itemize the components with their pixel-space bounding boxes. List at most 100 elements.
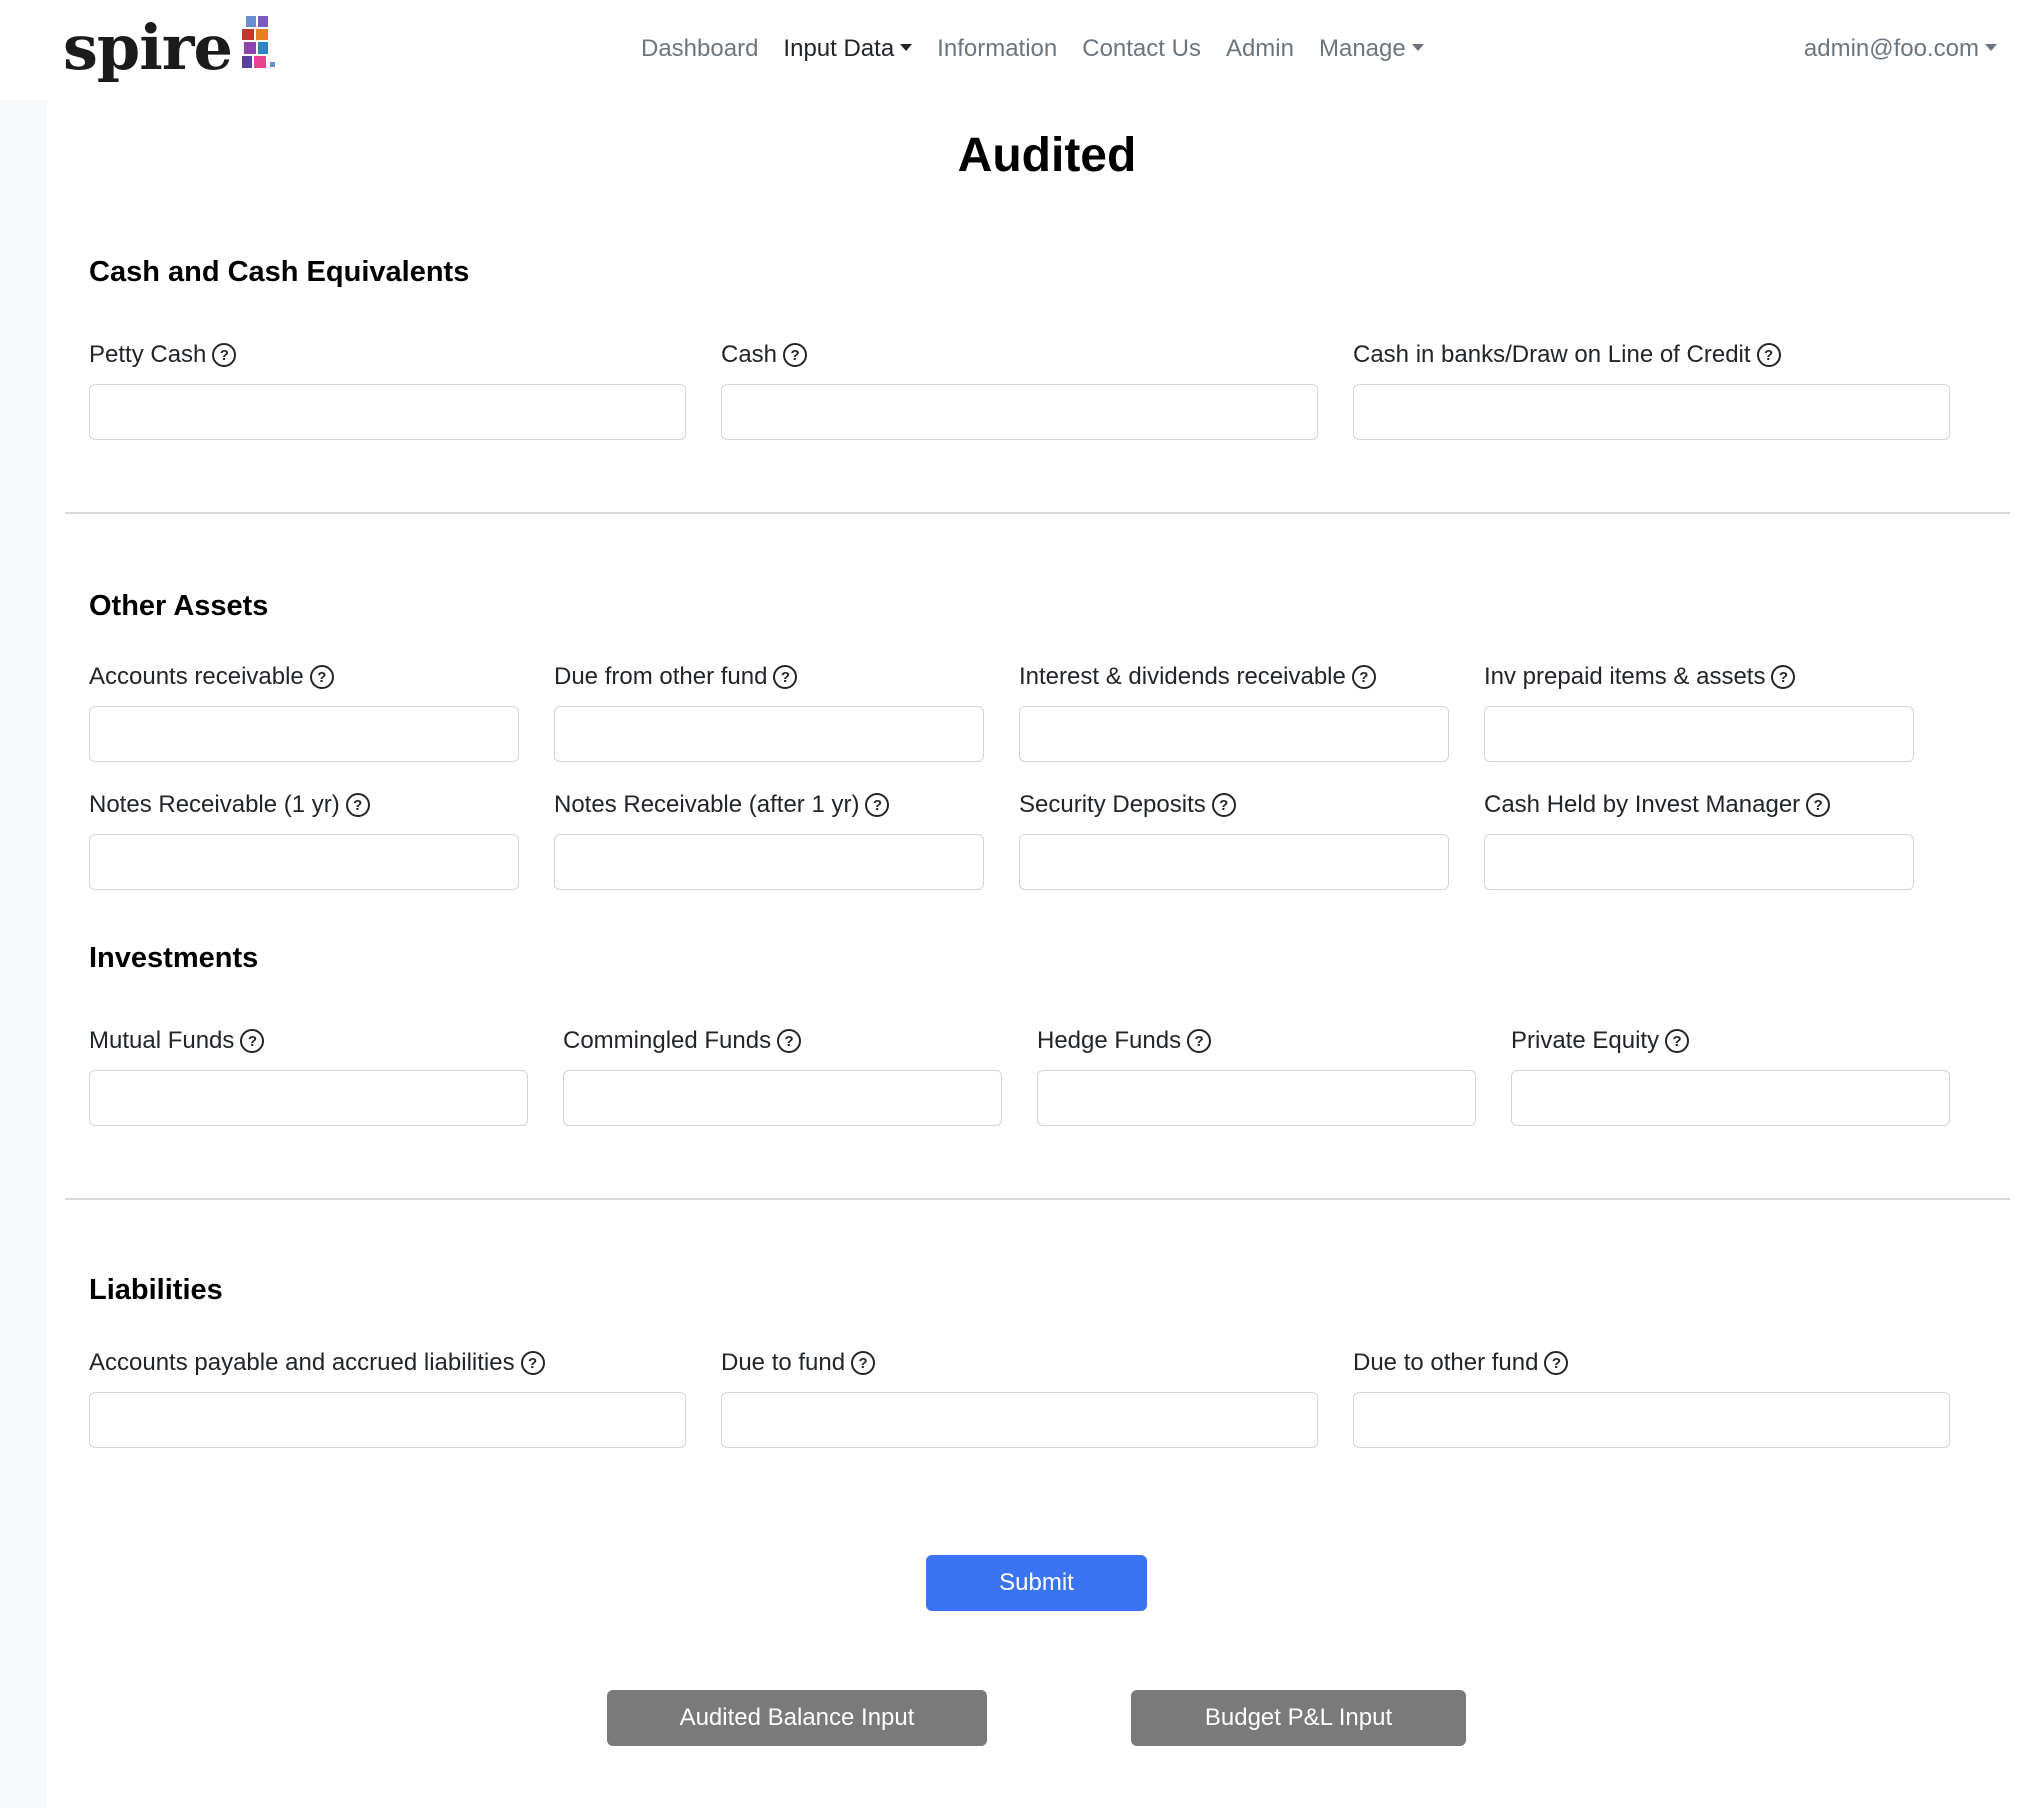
accounts-payable-input[interactable]: [89, 1392, 686, 1448]
label-notes-receivable-1yr: Notes Receivable (1 yr)?: [89, 788, 370, 822]
question-circle-icon[interactable]: ?: [773, 665, 798, 689]
label-text: Cash in banks/Draw on Line of Credit: [1353, 341, 1751, 368]
label-petty-cash: Petty Cash?: [89, 338, 237, 372]
nav-information[interactable]: Information: [937, 31, 1057, 67]
caret-down-icon: [1985, 44, 1997, 52]
label-text: Notes Receivable (1 yr): [89, 791, 340, 818]
nav-contact-us[interactable]: Contact Us: [1082, 31, 1201, 67]
label-commingled-funds: Commingled Funds?: [563, 1024, 802, 1058]
question-circle-icon[interactable]: ?: [1211, 793, 1236, 817]
notes-receivable-after-1yr-input[interactable]: [554, 834, 984, 890]
submit-button[interactable]: Submit: [926, 1555, 1147, 1611]
cash-held-invest-manager-input[interactable]: [1484, 834, 1914, 890]
label-hedge-funds: Hedge Funds?: [1037, 1024, 1212, 1058]
main-nav: Dashboard Input Data Information Contact…: [641, 31, 1424, 67]
section-title-liabilities: Liabilities: [89, 1274, 223, 1306]
nav-admin[interactable]: Admin: [1226, 31, 1294, 67]
inv-prepaid-input[interactable]: [1484, 706, 1914, 762]
security-deposits-input[interactable]: [1019, 834, 1449, 890]
label-text: Mutual Funds: [89, 1027, 235, 1054]
section-title-investments: Investments: [89, 942, 259, 974]
nav-manage-label: Manage: [1318, 35, 1406, 62]
question-circle-icon[interactable]: ?: [1665, 1029, 1690, 1053]
question-circle-icon[interactable]: ?: [1187, 1029, 1212, 1053]
question-circle-icon[interactable]: ?: [1544, 1351, 1569, 1375]
mutual-funds-input[interactable]: [89, 1070, 528, 1126]
hedge-funds-input[interactable]: [1037, 1070, 1476, 1126]
due-to-other-fund-input[interactable]: [1353, 1392, 1950, 1448]
brand-name: spire: [63, 11, 233, 84]
label-accounts-receivable: Accounts receivable?: [89, 660, 334, 694]
commingled-funds-input[interactable]: [563, 1070, 1002, 1126]
label-due-from-other-fund: Due from other fund?: [554, 660, 798, 694]
user-email: admin@foo.com: [1803, 35, 1979, 62]
label-text: Due to other fund: [1353, 1349, 1539, 1376]
label-inv-prepaid: Inv prepaid items & assets?: [1484, 660, 1796, 694]
brand-logo[interactable]: spire: [63, 8, 276, 88]
label-text: Accounts receivable: [89, 663, 304, 690]
section-divider: [65, 512, 2010, 514]
label-cash-held-invest-manager: Cash Held by Invest Manager?: [1484, 788, 1831, 822]
question-circle-icon[interactable]: ?: [865, 793, 890, 817]
audited-balance-input-button[interactable]: Audited Balance Input: [607, 1690, 987, 1746]
label-text: Accounts payable and accrued liabilities: [89, 1349, 515, 1376]
due-from-other-fund-input[interactable]: [554, 706, 984, 762]
top-navbar: spire Dashboard Input Data Information C…: [0, 0, 2039, 100]
question-circle-icon[interactable]: ?: [309, 665, 334, 689]
question-circle-icon[interactable]: ?: [1771, 665, 1796, 689]
label-text: Commingled Funds: [563, 1027, 772, 1054]
user-menu-dropdown[interactable]: admin@foo.com: [1804, 31, 1997, 67]
label-text: Due from other fund: [554, 663, 768, 690]
label-text: Inv prepaid items & assets: [1484, 663, 1766, 690]
nav-dashboard[interactable]: Dashboard: [641, 31, 758, 67]
label-private-equity: Private Equity?: [1511, 1024, 1690, 1058]
question-circle-icon[interactable]: ?: [1756, 343, 1781, 367]
label-text: Cash: [721, 341, 778, 368]
label-text: Due to fund: [721, 1349, 846, 1376]
question-circle-icon[interactable]: ?: [345, 793, 370, 817]
label-mutual-funds: Mutual Funds?: [89, 1024, 265, 1058]
label-security-deposits: Security Deposits?: [1019, 788, 1236, 822]
notes-receivable-1yr-input[interactable]: [89, 834, 519, 890]
label-interest-dividends: Interest & dividends receivable?: [1019, 660, 1376, 694]
section-title-cash: Cash and Cash Equivalents: [89, 256, 470, 288]
nav-input-data-label: Input Data: [783, 35, 895, 62]
section-title-other-assets: Other Assets: [89, 590, 269, 622]
question-circle-icon[interactable]: ?: [1806, 793, 1831, 817]
question-circle-icon[interactable]: ?: [212, 343, 237, 367]
question-circle-icon[interactable]: ?: [240, 1029, 265, 1053]
caret-down-icon: [900, 44, 913, 52]
question-circle-icon[interactable]: ?: [851, 1351, 876, 1375]
logo-mark-icon: [241, 16, 275, 68]
label-notes-receivable-after-1yr: Notes Receivable (after 1 yr)?: [554, 788, 890, 822]
cash-in-banks-input[interactable]: [1353, 384, 1950, 440]
nav-input-data-dropdown[interactable]: Input Data: [783, 31, 913, 67]
label-text: Security Deposits: [1019, 791, 1206, 818]
main-content: Audited Cash and Cash Equivalents Petty …: [47, 100, 2039, 1808]
question-circle-icon[interactable]: ?: [783, 343, 808, 367]
budget-pl-input-button[interactable]: Budget P&L Input: [1131, 1690, 1466, 1746]
label-text: Hedge Funds: [1037, 1027, 1182, 1054]
question-circle-icon[interactable]: ?: [1351, 665, 1376, 689]
page-title: Audited: [957, 129, 1137, 182]
interest-dividends-input[interactable]: [1019, 706, 1449, 762]
label-due-to-other-fund: Due to other fund?: [1353, 1346, 1569, 1380]
label-accounts-payable: Accounts payable and accrued liabilities…: [89, 1346, 545, 1380]
cash-input[interactable]: [721, 384, 1318, 440]
petty-cash-input[interactable]: [89, 384, 686, 440]
accounts-receivable-input[interactable]: [89, 706, 519, 762]
label-cash: Cash?: [721, 338, 808, 372]
label-cash-in-banks: Cash in banks/Draw on Line of Credit?: [1353, 338, 1781, 372]
label-text: Cash Held by Invest Manager: [1484, 791, 1801, 818]
caret-down-icon: [1411, 44, 1424, 52]
private-equity-input[interactable]: [1511, 1070, 1950, 1126]
question-circle-icon[interactable]: ?: [520, 1351, 545, 1375]
nav-manage-dropdown[interactable]: Manage: [1319, 31, 1424, 67]
due-to-fund-input[interactable]: [721, 1392, 1318, 1448]
label-due-to-fund: Due to fund?: [721, 1346, 876, 1380]
label-text: Petty Cash: [89, 341, 207, 368]
question-circle-icon[interactable]: ?: [777, 1029, 802, 1053]
section-divider: [65, 1198, 2010, 1200]
label-text: Private Equity: [1511, 1027, 1660, 1054]
label-text: Interest & dividends receivable: [1019, 663, 1346, 690]
